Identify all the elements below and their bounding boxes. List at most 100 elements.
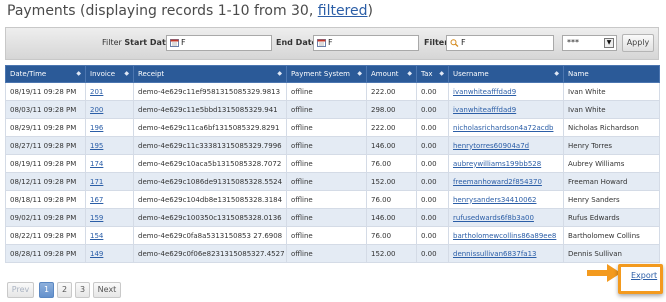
cell-username: ivanwhiteafffdad9 [448,100,564,119]
sort-icon[interactable]: ◆ [124,70,129,77]
calendar-icon[interactable] [170,39,179,47]
cell-tax: 0.00 [416,172,449,191]
sort-icon[interactable]: ◆ [357,70,362,77]
table-row: 08/28/11 09:28 PM 149 demo-4e629c0f06e8231… [5,244,660,263]
cell-tax: 0.00 [416,208,449,227]
search-icon [450,39,459,47]
username-link[interactable]: freemanhoward2f854370 [453,178,542,186]
table-row: 08/19/11 09:28 PM 201 demo-4e629c11ef95813… [5,82,660,101]
prev-page-button[interactable]: Prev [7,282,34,298]
cell-username: henrytorres60904a7d [448,136,564,155]
page-1-button[interactable]: 1 [39,282,54,298]
start-date-label: Filter Start Date [102,38,172,47]
sort-icon[interactable]: ◆ [407,70,412,77]
cell-system: offline [286,82,367,101]
cell-receipt: demo-4e629c104db8e1315085328.3184 [133,190,287,209]
sort-icon[interactable]: ◆ [439,70,444,77]
table-body: 08/19/11 09:28 PM 201 demo-4e629c11ef95813… [5,82,660,263]
invoice-link[interactable]: 154 [90,232,103,240]
cell-amount: 146.00 [366,208,417,227]
cell-amount: 152.00 [366,244,417,263]
invoice-link[interactable]: 195 [90,142,103,150]
cell-username: aubreywilliams199bb528 [448,154,564,173]
start-date-input[interactable]: F [166,35,272,51]
cell-receipt: demo-4e629c11ca6bf1315085329.8291 [133,118,287,137]
column-header-username[interactable]: Username ◆ [448,65,564,83]
cell-invoice: 201 [85,82,134,101]
cell-invoice: 200 [85,100,134,119]
column-header-payment-system[interactable]: Payment System ◆ [286,65,367,83]
cell-name: Ivan White [563,100,660,119]
username-link[interactable]: aubreywilliams199bb528 [453,160,541,168]
table-header-row: Date/Time ◆ Invoice ◆ Receipt ◆ Payment Sys… [5,65,660,83]
cell-name: Ivan White [563,82,660,101]
calendar-icon[interactable] [317,39,326,47]
cell-date: 08/28/11 09:28 PM [5,244,86,263]
apply-button[interactable]: Apply [622,34,654,52]
username-link[interactable]: nicholasrichardson4a72acdb [453,124,553,132]
invoice-link[interactable]: 200 [90,106,103,114]
cell-tax: 0.00 [416,136,449,155]
username-link[interactable]: bartholomewcollins86a89ee8 [453,232,556,240]
chevron-down-icon[interactable]: ▼ [604,38,614,48]
filter-input[interactable]: F [446,35,554,51]
end-date-input[interactable]: F [313,35,419,51]
export-link[interactable]: Export [631,271,657,280]
sort-icon[interactable]: ◆ [76,70,81,77]
cell-username: nicholasrichardson4a72acdb [448,118,564,137]
cell-date: 08/22/11 09:28 PM [5,226,86,245]
invoice-link[interactable]: 167 [90,196,103,204]
column-header-receipt[interactable]: Receipt ◆ [133,65,287,83]
table-row: 08/03/11 09:28 PM 200 demo-4e629c11e5bbd13… [5,100,660,119]
cell-invoice: 196 [85,118,134,137]
page-title: Payments (displaying records 1-10 from 3… [7,3,373,19]
username-link[interactable]: henrysanders34410062 [453,196,536,204]
username-link[interactable]: rufusedwards6f8b3a00 [453,214,534,222]
column-header-tax[interactable]: Tax ◆ [416,65,449,83]
cell-date: 08/18/11 09:28 PM [5,190,86,209]
sort-icon[interactable]: ◆ [554,70,559,77]
cell-tax: 0.00 [416,82,449,101]
table-row: 08/19/11 09:28 PM 174 demo-4e629c10aca5b13… [5,154,660,173]
payments-table: Date/Time ◆ Invoice ◆ Receipt ◆ Payment Sys… [5,65,660,263]
username-link[interactable]: ivanwhiteafffdad9 [453,88,516,96]
cell-receipt: demo-4e629c0fa8a5313150853 27.6908 [133,226,287,245]
table-row: 08/12/11 09:28 PM 171 demo-4e629c1086de913… [5,172,660,191]
cell-system: offline [286,118,367,137]
sort-icon[interactable]: ◆ [277,70,282,77]
cell-receipt: demo-4e629c11e5bbd1315085329.941 [133,100,287,119]
page-3-button[interactable]: 3 [75,282,90,298]
invoice-link[interactable]: 201 [90,88,103,96]
cell-name: Henry Torres [563,136,660,155]
cell-amount: 298.00 [366,100,417,119]
invoice-link[interactable]: 174 [90,160,103,168]
cell-receipt: demo-4e629c10aca5b1315085328.7072 [133,154,287,173]
next-page-button[interactable]: Next [93,282,121,298]
column-header-name[interactable]: Name [563,65,660,83]
filter-field-select[interactable]: *** ▼ [562,35,617,51]
cell-invoice: 195 [85,136,134,155]
invoice-link[interactable]: 171 [90,178,103,186]
filtered-link[interactable]: filtered [318,3,368,19]
cell-system: offline [286,226,367,245]
cell-name: Rufus Edwards [563,208,660,227]
cell-invoice: 171 [85,172,134,191]
cell-tax: 0.00 [416,154,449,173]
column-header-invoice[interactable]: Invoice ◆ [85,65,134,83]
page-2-button[interactable]: 2 [57,282,72,298]
username-link[interactable]: ivanwhiteafffdad9 [453,106,516,114]
invoice-link[interactable]: 196 [90,124,103,132]
invoice-link[interactable]: 149 [90,250,103,258]
column-header-date[interactable]: Date/Time ◆ [5,65,86,83]
cell-receipt: demo-4e629c100350c1315085328.0136 [133,208,287,227]
cell-date: 08/19/11 09:28 PM [5,154,86,173]
cell-date: 08/19/11 09:28 PM [5,82,86,101]
username-link[interactable]: henrytorres60904a7d [453,142,529,150]
username-link[interactable]: dennissullivan6837fa13 [453,250,536,258]
column-header-amount[interactable]: Amount ◆ [366,65,417,83]
cell-name: Dennis Sullivan [563,244,660,263]
invoice-link[interactable]: 159 [90,214,103,222]
cell-name: Bartholomew Collins [563,226,660,245]
cell-username: ivanwhiteafffdad9 [448,82,564,101]
cell-invoice: 149 [85,244,134,263]
